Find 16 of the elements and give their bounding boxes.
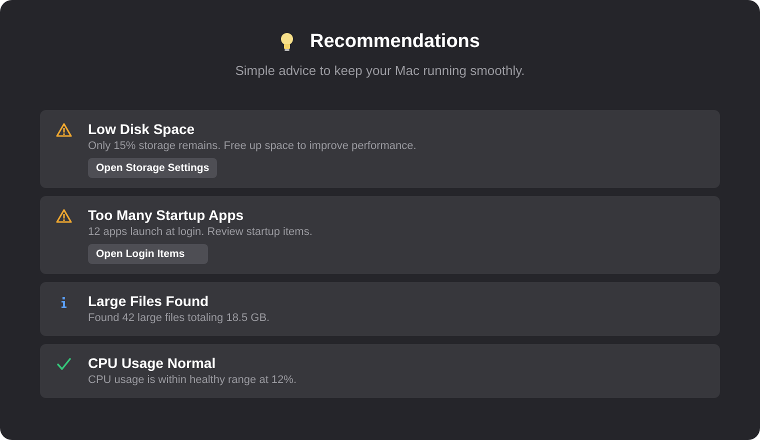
page-subtitle: Simple advice to keep your Mac running smoothly.	[234, 62, 526, 80]
lightbulb-icon	[280, 32, 294, 52]
warning-icon	[56, 208, 72, 224]
recommendation-title: CPU Usage Normal	[88, 354, 216, 373]
action-button[interactable]: Open Storage Settings	[88, 158, 218, 178]
recommendation-description: CPU usage is within healthy range at 12%.	[88, 373, 297, 388]
recommendation-description: Only 15% storage remains. Free up space to improve performance.	[88, 139, 416, 154]
recommendation-description: Found 42 large files totaling 18.5 GB.	[88, 311, 270, 326]
checkmark-icon	[56, 356, 72, 372]
page-title: Recommendations	[310, 30, 480, 54]
warning-icon	[56, 122, 72, 138]
recommendation-title: Low Disk Space	[88, 120, 195, 139]
recommendation-description: 12 apps launch at login. Review startup items.	[88, 225, 312, 240]
action-button[interactable]: Open Login Items	[88, 244, 208, 264]
recommendation-title: Too Many Startup Apps	[88, 206, 244, 225]
recommendation-title: Large Files Found	[88, 292, 209, 311]
